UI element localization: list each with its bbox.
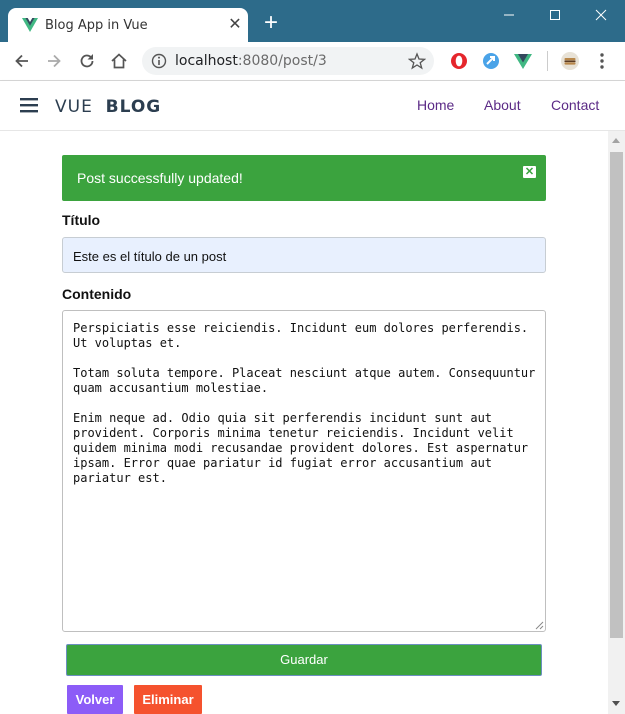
url-text: localhost:8080/post/3: [175, 53, 327, 69]
back-arrow-icon[interactable]: [12, 51, 32, 71]
browser-toolbar: localhost:8080/post/3: [0, 42, 625, 81]
title-input[interactable]: Este es el título de un post: [62, 237, 546, 273]
delete-button[interactable]: Eliminar: [134, 685, 202, 714]
save-button[interactable]: Guardar: [66, 644, 542, 676]
profile-avatar-icon[interactable]: [560, 51, 580, 71]
alert-close-glyph: ✕: [524, 166, 535, 178]
page-scrollbar[interactable]: [608, 131, 625, 714]
menu-dots-icon[interactable]: [594, 51, 610, 71]
scroll-thumb[interactable]: [610, 152, 623, 638]
app-navbar: VUE BLOG Home About Contact: [0, 81, 625, 131]
tab-close-icon[interactable]: ✕: [226, 16, 244, 34]
resize-grip-icon[interactable]: [535, 621, 544, 630]
scroll-up-icon[interactable]: [612, 138, 620, 143]
alert-close-icon[interactable]: ✕: [523, 166, 536, 178]
nav-link-about[interactable]: About: [484, 97, 521, 113]
scroll-down-icon[interactable]: [612, 701, 620, 706]
browser-tab[interactable]: Blog App in Vue ✕: [8, 8, 248, 42]
browser-titlebar: Blog App in Vue ✕ +: [0, 0, 625, 42]
alert-message: Post successfully updated!: [77, 170, 243, 186]
app-logo[interactable]: VUE BLOG: [55, 97, 161, 117]
blue-extension-icon[interactable]: [481, 51, 501, 71]
logo-blog: BLOG: [105, 97, 162, 117]
window-close-icon[interactable]: [578, 0, 624, 30]
logo-vue: VUE: [55, 97, 93, 117]
title-input-value: Este es el título de un post: [73, 249, 227, 264]
opera-extension-icon[interactable]: [449, 51, 469, 71]
content-textarea[interactable]: Perspiciatis esse reiciendis. Incidunt e…: [62, 310, 546, 632]
success-alert: Post successfully updated! ✕: [62, 155, 546, 201]
url-path: :8080/post/3: [237, 53, 327, 69]
forward-arrow-icon[interactable]: [44, 51, 64, 71]
toolbar-separator: [547, 51, 548, 71]
content-label: Contenido: [62, 286, 132, 302]
page-content: Post successfully updated! ✕ Título Este…: [0, 131, 608, 714]
maximize-icon[interactable]: [532, 0, 578, 30]
home-icon[interactable]: [109, 51, 129, 71]
title-label: Título: [62, 212, 101, 228]
tab-title: Blog App in Vue: [45, 18, 148, 33]
star-icon[interactable]: [408, 52, 426, 70]
url-host: localhost: [175, 53, 238, 69]
nav-link-contact[interactable]: Contact: [551, 97, 599, 113]
reload-icon[interactable]: [77, 51, 97, 71]
minimize-icon[interactable]: [486, 0, 532, 30]
hamburger-menu-icon[interactable]: [20, 97, 38, 113]
vue-favicon-icon: [22, 18, 38, 32]
nav-link-home[interactable]: Home: [417, 97, 454, 113]
vue-devtools-icon[interactable]: [513, 51, 533, 71]
content-textarea-value: Perspiciatis esse reiciendis. Incidunt e…: [73, 321, 536, 485]
address-bar[interactable]: localhost:8080/post/3: [142, 47, 434, 75]
back-button[interactable]: Volver: [67, 685, 123, 714]
info-icon[interactable]: [151, 53, 167, 69]
new-tab-button[interactable]: +: [260, 11, 282, 35]
